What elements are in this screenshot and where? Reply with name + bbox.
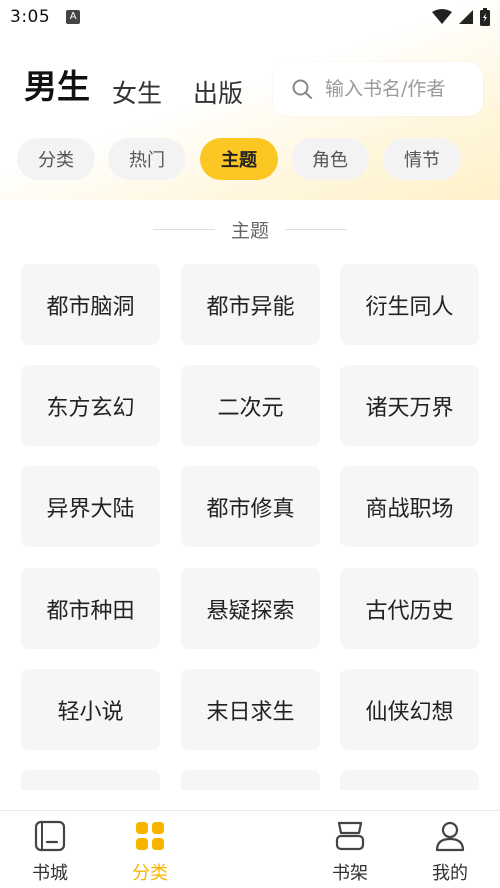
profile-icon: [435, 821, 465, 852]
topic-grid: 都市脑洞 都市异能 衍生同人 东方玄幻 二次元 诸天万界 异界大陆 都市修真 商…: [0, 262, 500, 790]
status-time: 3:05: [10, 7, 51, 27]
topic-item[interactable]: 衍生同人: [340, 264, 479, 345]
wifi-icon: [432, 9, 452, 24]
bookshelf-icon: [335, 821, 365, 851]
topic-item[interactable]: 商战职场: [340, 466, 479, 547]
section-title: 主题: [0, 214, 500, 244]
tab-publish[interactable]: 出版: [193, 74, 243, 110]
section-divider-right: [285, 228, 347, 230]
topic-item-partial[interactable]: [181, 770, 320, 790]
topic-item[interactable]: 仙侠幻想: [340, 669, 479, 750]
category-grid-icon: [136, 822, 164, 850]
tab-male[interactable]: 男生: [24, 60, 90, 108]
chip-topic[interactable]: 主题: [200, 138, 278, 180]
topic-item[interactable]: 都市种田: [21, 568, 160, 649]
nav-bookstore[interactable]: 书城: [10, 819, 90, 885]
nav-bookshelf-label: 书架: [332, 863, 368, 884]
battery-icon: [480, 8, 490, 26]
section-title-text: 主题: [230, 219, 269, 242]
nav-bookshelf[interactable]: 书架: [310, 819, 390, 885]
chip-category[interactable]: 分类: [17, 138, 95, 180]
nav-bookstore-label: 书城: [32, 863, 68, 884]
chip-role[interactable]: 角色: [291, 138, 369, 180]
section-divider-left: [152, 228, 215, 230]
tab-female[interactable]: 女生: [112, 74, 162, 110]
nav-profile-label: 我的: [432, 863, 468, 884]
status-bar: 3:05 A: [0, 0, 500, 34]
topic-item[interactable]: 轻小说: [21, 669, 160, 750]
top-header: 男生 女生 出版: [0, 62, 500, 120]
notification-icon: A: [66, 10, 81, 24]
nav-category[interactable]: 分类: [110, 819, 190, 885]
chip-hot[interactable]: 热门: [108, 138, 186, 180]
topic-item-partial[interactable]: [21, 770, 160, 790]
bookstore-icon: [34, 820, 66, 852]
topic-item[interactable]: 东方玄幻: [21, 365, 160, 446]
topic-item[interactable]: 悬疑探索: [181, 568, 320, 649]
bottom-nav: 书城 分类 书架 我的: [0, 810, 500, 888]
topic-item[interactable]: 都市脑洞: [21, 264, 160, 345]
topic-item-partial[interactable]: [340, 770, 479, 790]
search-input[interactable]: [325, 78, 475, 100]
topic-item[interactable]: 末日求生: [181, 669, 320, 750]
topic-item[interactable]: 都市异能: [181, 264, 320, 345]
nav-category-label: 分类: [132, 863, 168, 884]
signal-icon: [459, 10, 473, 24]
nav-profile[interactable]: 我的: [410, 819, 490, 885]
status-right-icons: [432, 8, 490, 26]
topic-item[interactable]: 诸天万界: [340, 365, 479, 446]
search-icon: [292, 79, 312, 99]
filter-chips: 分类 热门 主题 角色 情节: [0, 138, 500, 182]
search-box[interactable]: [273, 62, 483, 116]
topic-item[interactable]: 异界大陆: [21, 466, 160, 547]
topic-item[interactable]: 二次元: [181, 365, 320, 446]
topic-item[interactable]: 古代历史: [340, 568, 479, 649]
topic-item[interactable]: 都市修真: [181, 466, 320, 547]
chip-plot[interactable]: 情节: [383, 138, 461, 180]
